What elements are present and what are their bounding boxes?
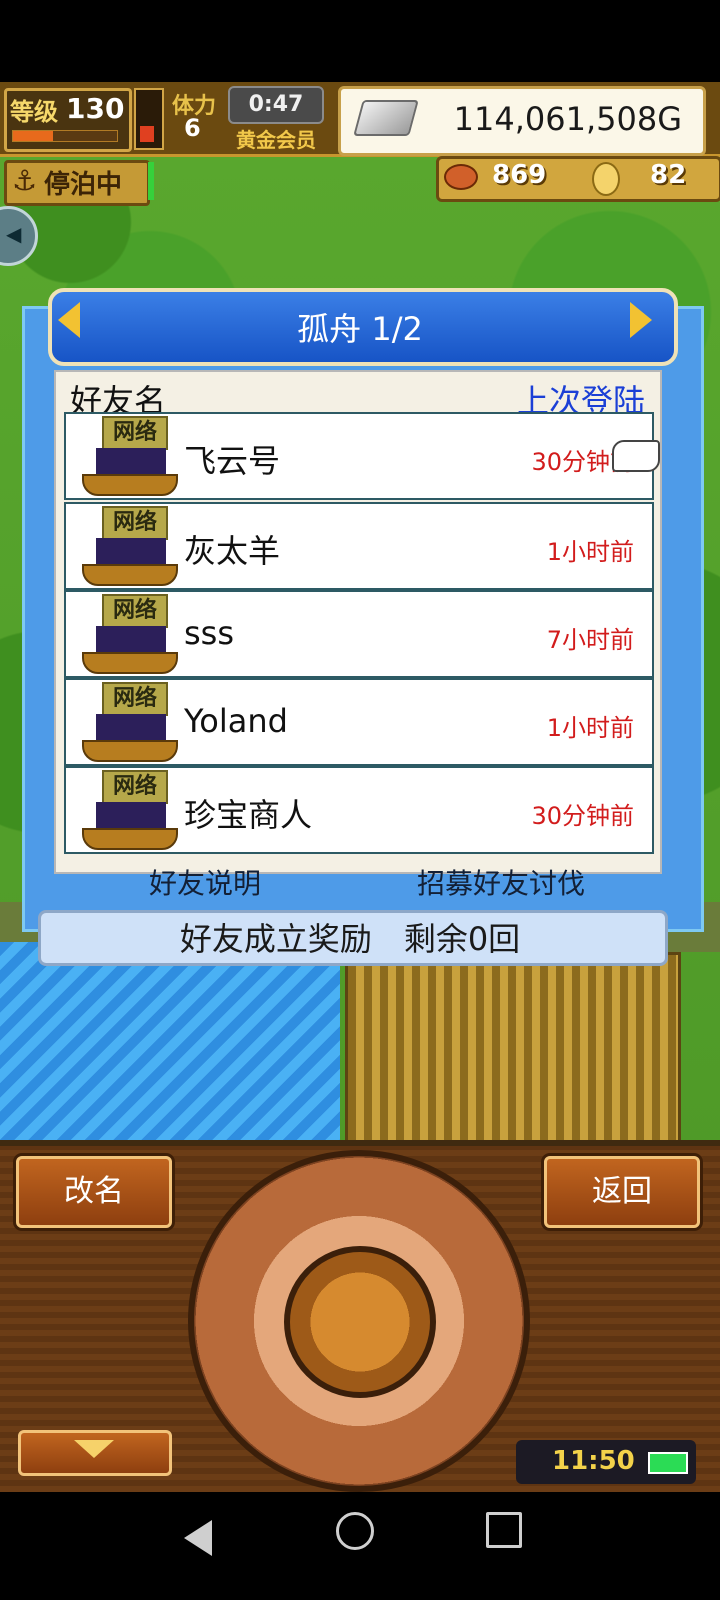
recruit-friends-button[interactable]: 招募好友讨伐 [396,862,606,902]
ship-hull [82,652,178,674]
phone-status-bar [0,0,720,82]
ship-hull [82,474,178,496]
ship-sail [96,802,166,830]
water-area [0,942,340,1162]
ship-sail [96,626,166,654]
network-tag: 网络 [102,594,168,628]
ship-icon: 网络 [80,770,178,850]
ship-icon: 网络 [80,594,178,674]
ship-icon: 网络 [80,682,178,762]
hand-pointer-icon [612,440,660,472]
rename-button[interactable]: 改名 [16,1156,172,1228]
ship-hull [82,564,178,586]
network-tag: 网络 [102,416,168,450]
friend-name: 灰太羊 [184,532,281,570]
friend-name: Yoland [184,702,288,740]
ship-sail [96,538,166,566]
silver-bar-icon [353,100,419,136]
battery-icon [648,1452,688,1474]
friend-row[interactable]: 网络 灰太羊 1小时前 [64,502,654,590]
speaker-icon: ◀ [6,222,22,246]
network-tag: 网络 [102,770,168,804]
fish-count: 869 [492,160,547,190]
ship-sail [96,714,166,742]
friend-name: sss [184,614,235,652]
ship-icon: 网络 [80,416,178,496]
anchor-icon: ⚓ [12,164,38,197]
network-tag: 网络 [102,682,168,716]
coin-count: 82 [650,160,687,190]
gold-amount: 114,061,508G [453,100,682,138]
ship-icon: 网络 [80,506,178,586]
friend-last-login: 7小时前 [546,626,634,654]
next-page-arrow-icon[interactable] [630,302,652,338]
nav-back-icon[interactable] [184,1520,212,1556]
friend-last-login: 1小时前 [546,538,634,566]
friend-name: 飞云号 [184,442,281,480]
network-tag: 网络 [102,506,168,540]
level-value: 130 [66,92,125,125]
nav-recent-apps-icon[interactable] [486,1512,522,1548]
clock-time: 11:50 [552,1446,635,1476]
ship-hull [82,740,178,762]
coin-icon [592,162,620,196]
stamina-gauge-fill [140,126,154,142]
friend-row[interactable]: 网络 珍宝商人 30分钟前 [64,766,654,854]
panel-title: 孤舟 1/2 [297,310,423,348]
status-indicator [148,162,154,200]
friend-row[interactable]: 网络 飞云号 30分钟前 [64,412,654,500]
friend-row[interactable]: 网络 Yoland 1小时前 [64,678,654,766]
dock-crates [345,952,681,1162]
fish-icon [444,164,478,190]
level-label: 等级 [10,98,58,126]
friend-explanation-button[interactable]: 好友说明 [130,862,280,902]
friend-last-login: 1小时前 [546,714,634,742]
dpad-center-button[interactable] [284,1246,436,1398]
status-label: 停泊中 [44,170,123,200]
friend-name: 珍宝商人 [184,796,313,834]
ship-hull [82,828,178,850]
vip-badge: 黄金会员 [236,128,316,152]
stamina-value: 6 [184,114,201,142]
ship-sail [96,448,166,476]
chevron-down-icon [74,1440,114,1458]
friend-reward-text: 好友成立奖励 剩余0回 [179,920,521,958]
timer: 0:47 [228,86,324,124]
friend-last-login: 30分钟前 [531,802,634,830]
exp-bar-fill [13,131,53,141]
friend-row[interactable]: 网络 sss 7小时前 [64,590,654,678]
back-button[interactable]: 返回 [544,1156,700,1228]
prev-page-arrow-icon[interactable] [58,302,80,338]
nav-home-icon[interactable] [336,1512,374,1550]
